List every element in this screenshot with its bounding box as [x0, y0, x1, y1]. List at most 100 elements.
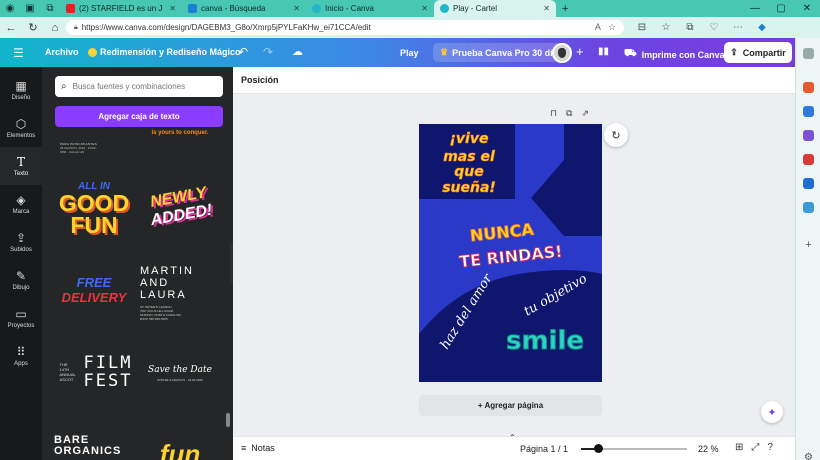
rail-item-design[interactable]: ▦ Diseño: [0, 71, 42, 109]
print-label: Imprime con Canva: [641, 49, 725, 60]
cloud-saved-icon[interactable]: ☁: [292, 45, 303, 58]
poster-headline-line[interactable]: mas el: [443, 149, 495, 166]
redo-icon[interactable]: ↷: [263, 45, 273, 59]
text-template-film-fest[interactable]: THE 14TH ANNUAL ASCOT FILM FEST: [58, 349, 134, 395]
layout-icon: ▦: [15, 78, 27, 93]
poster-headline-line[interactable]: que: [454, 164, 484, 181]
text-template-workshop[interactable]: PARA PRINCIPIANTES 28 AGOSTO, 2024 · 10A…: [60, 137, 136, 159]
microsoft-365-icon[interactable]: [803, 154, 814, 165]
design-title[interactable]: Play: [400, 48, 419, 58]
browser-toolbar-icons: ⊟ ☆ ⧉ ♡ ⋯ ◆: [632, 17, 772, 38]
font-search-field[interactable]: ⌕: [55, 76, 223, 97]
favorites-icon[interactable]: ☆: [656, 22, 676, 33]
zoom-level[interactable]: 22 %: [698, 444, 719, 454]
text-template-bare-organics[interactable]: BARE ORGANICS: [54, 433, 130, 459]
browser-tab-starfield[interactable]: (2) STARFIELD es un JUEGAZ ✕: [60, 0, 182, 17]
tools-icon[interactable]: [803, 106, 814, 117]
text-template-conquer[interactable]: is yours to conquer.: [142, 122, 218, 144]
regenerate-icon[interactable]: ↻: [604, 123, 628, 147]
close-tab-icon[interactable]: ✕: [421, 4, 428, 13]
invite-plus-icon[interactable]: +: [576, 44, 584, 59]
duplicate-page-icon[interactable]: ⧉: [566, 108, 572, 119]
panel-scrollbar[interactable]: [226, 413, 230, 427]
split-screen-icon[interactable]: ⊟: [632, 22, 652, 33]
avatar[interactable]: [552, 43, 572, 63]
file-menu[interactable]: Archivo: [45, 47, 79, 57]
back-icon[interactable]: ←: [0, 17, 22, 38]
outlook-icon[interactable]: [803, 178, 814, 189]
workspaces-icon[interactable]: ▣: [20, 0, 40, 17]
browser-tab-play[interactable]: Play - Cartel ✕: [434, 0, 556, 17]
text-template-martin-laura[interactable]: MARTIN AND LAURA ST. PETER'S CHURCH 7007…: [140, 260, 216, 326]
share-button[interactable]: ⇪ Compartir: [724, 42, 792, 63]
profile-icon[interactable]: ◉: [0, 0, 20, 17]
rail-item-projects[interactable]: ▭ Proyectos: [0, 299, 42, 337]
notes-button[interactable]: ≡ Notas: [241, 443, 275, 453]
close-tab-icon[interactable]: ✕: [543, 4, 550, 13]
rail-label: Elementos: [6, 132, 36, 139]
menu-icon[interactable]: ☰: [13, 46, 24, 60]
more-icon[interactable]: ⋯: [728, 22, 748, 33]
settings-icon[interactable]: ⚙: [803, 452, 814, 460]
grid-view-icon[interactable]: ⊞: [735, 442, 743, 453]
tab-label: Inicio - Canva: [325, 4, 374, 13]
fullscreen-icon[interactable]: ⤢: [751, 442, 759, 453]
text-template-save-the-date[interactable]: Save the Date SOPHIE & MARCUS · 24.06.20…: [142, 357, 218, 389]
undo-icon[interactable]: ↶: [238, 45, 248, 59]
poster-smile[interactable]: smile: [505, 326, 584, 357]
add-page-icon[interactable]: ⇗: [581, 108, 589, 119]
home-icon[interactable]: ⌂: [44, 17, 66, 38]
games-icon[interactable]: [803, 130, 814, 141]
close-window-icon[interactable]: ✕: [794, 0, 820, 17]
shopping-icon[interactable]: [803, 82, 814, 93]
magic-resize-label: Redimensión y Rediseño Mágico: [100, 47, 241, 57]
position-button[interactable]: Posición: [241, 75, 279, 85]
template-line: FREE: [76, 275, 112, 290]
copilot-icon[interactable]: ◆: [752, 22, 772, 33]
text-template-newly-added[interactable]: NEWLY ADDED!: [138, 173, 223, 241]
rail-item-apps[interactable]: ⠿ Apps: [0, 337, 42, 375]
browser-essentials-icon[interactable]: ♡: [704, 22, 724, 33]
lock-icon[interactable]: ⊓: [550, 108, 557, 119]
poster-headline-line[interactable]: ¡vive: [449, 131, 489, 148]
minimize-icon[interactable]: —: [742, 0, 768, 17]
maximize-icon[interactable]: ▢: [768, 0, 794, 17]
design-page[interactable]: ¡vive mas el que sueña! NUNCA TE RINDAS!…: [419, 124, 602, 382]
text-template-free-delivery[interactable]: FREE DELIVERY: [56, 272, 132, 308]
refresh-icon[interactable]: ↻: [22, 17, 44, 38]
template-line: FEST: [83, 371, 133, 391]
url-field[interactable]: 🔒︎ https://www.canva.com/design/DAGEBM3_…: [66, 20, 624, 35]
drop-icon[interactable]: [803, 202, 814, 213]
read-aloud-icon[interactable]: A: [595, 22, 601, 33]
magic-resize-button[interactable]: Redimensión y Rediseño Mágico: [88, 47, 241, 57]
rail-item-text[interactable]: T Texto: [0, 147, 42, 185]
tab-actions-icon[interactable]: ⧉: [40, 0, 60, 17]
magic-assistant-icon[interactable]: ✦: [761, 401, 783, 423]
browser-tab-search[interactable]: canva - Búsqueda ✕: [182, 0, 306, 17]
text-template-fun[interactable]: fun: [142, 439, 218, 460]
try-pro-button[interactable]: ♛ Prueba Canva Pro 30 días: [433, 43, 570, 62]
rail-item-uploads[interactable]: ⇪ Subidos: [0, 223, 42, 261]
browser-tab-canva-home[interactable]: Inicio - Canva ✕: [306, 0, 434, 17]
zoom-slider[interactable]: [581, 444, 687, 453]
close-tab-icon[interactable]: ✕: [293, 4, 300, 13]
rail-item-brand[interactable]: ◈ Marca: [0, 185, 42, 223]
search-icon[interactable]: [803, 48, 814, 59]
add-app-icon[interactable]: +: [803, 240, 814, 251]
print-with-canva-button[interactable]: ⛟ Imprime con Canva: [624, 48, 725, 61]
rail-item-draw[interactable]: ✎ Dibujo: [0, 261, 42, 299]
rail-item-elements[interactable]: ⬡ Elementos: [0, 109, 42, 147]
new-tab-button[interactable]: +: [556, 0, 574, 17]
favorite-star-icon[interactable]: ☆: [608, 22, 616, 33]
poster-headline-line[interactable]: sueña!: [442, 180, 496, 197]
insights-chart-icon[interactable]: ▮▮: [598, 46, 609, 57]
page-indicator[interactable]: Página 1 / 1: [520, 444, 568, 454]
add-page-button[interactable]: + Agregar página: [419, 395, 602, 416]
chevron-up-icon[interactable]: ⌃: [509, 433, 516, 442]
text-template-good-fun[interactable]: ALL IN GOOD FUN: [56, 175, 132, 241]
font-search-input[interactable]: [72, 82, 213, 91]
zoom-slider-handle[interactable]: [594, 444, 604, 453]
collections-icon[interactable]: ⧉: [680, 22, 700, 33]
help-icon[interactable]: ?: [767, 442, 773, 453]
close-tab-icon[interactable]: ✕: [169, 4, 176, 13]
